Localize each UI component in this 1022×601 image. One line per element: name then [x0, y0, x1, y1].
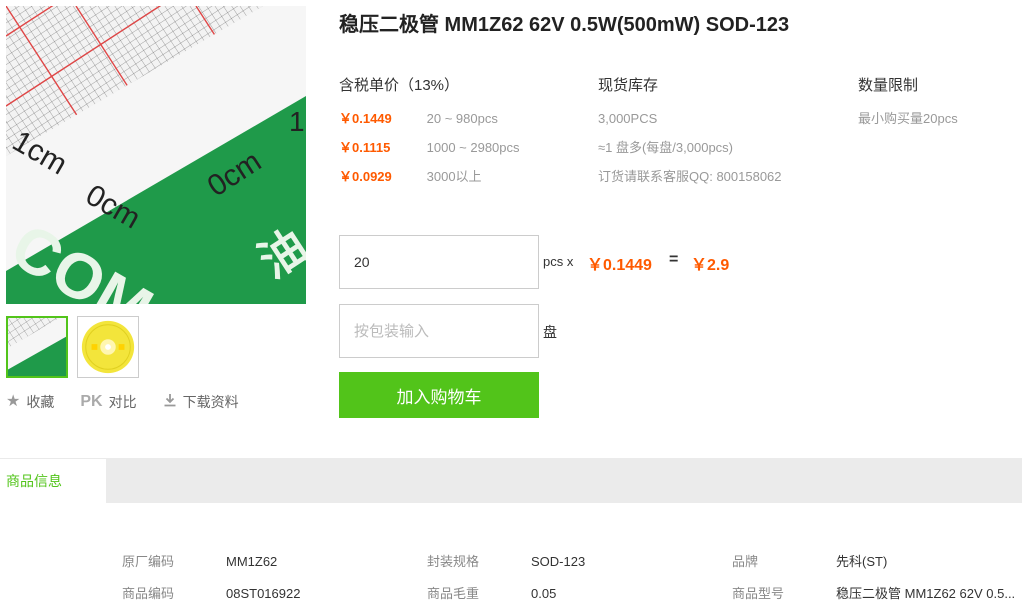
spec-value: 08ST016922: [226, 586, 301, 601]
price-tier: ￥0.1115 1000 ~ 2980pcs: [339, 138, 589, 167]
tab-product-info[interactable]: 商品信息: [0, 458, 106, 503]
price-tier: ￥0.0929 3000以上: [339, 167, 589, 196]
stock-column: 现货库存 3,000PCS ≈1 盘多(每盘/3,000pcs) 订货请联系客服…: [598, 76, 848, 196]
unit-price: ￥0.1449: [587, 257, 652, 274]
product-title: 稳压二极管 MM1Z62 62V 0.5W(500mW) SOD-123: [339, 14, 790, 36]
tier-price: ￥0.1115: [339, 140, 391, 155]
pk-badge: PK: [80, 393, 103, 410]
ruler-label: 1: [289, 106, 305, 137]
price-tier: ￥0.1449 20 ~ 980pcs: [339, 109, 589, 138]
thumbnail-2[interactable]: [77, 316, 139, 378]
limit-column: 数量限制 最小购买量20pcs: [858, 76, 1018, 138]
tier-range: 3000以上: [426, 169, 482, 184]
equals-sign: =: [669, 251, 679, 268]
spec-key: 商品型号: [732, 586, 785, 601]
spec-item: 商品毛重 0.05: [427, 583, 556, 601]
spec-key: 商品毛重: [427, 586, 480, 601]
stock-line: ≈1 盘多(每盘/3,000pcs): [598, 140, 734, 155]
tier-price: ￥0.1449: [339, 111, 392, 126]
product-main-image: 1cm 0cm 0cm 1 COM 油: [6, 6, 306, 304]
limit-line: 最小购买量20pcs: [858, 111, 958, 126]
compare-button[interactable]: PK 对比: [80, 392, 136, 412]
spec-key: 品牌: [732, 554, 759, 569]
pack-quantity-input[interactable]: [339, 304, 539, 358]
add-to-cart-button[interactable]: 加入购物车: [339, 372, 539, 418]
spec-item: 商品编码 08ST016922: [122, 583, 300, 601]
quantity-input[interactable]: [339, 235, 539, 289]
thumbnail-1[interactable]: [6, 316, 68, 378]
thumbnail-strip: [6, 316, 139, 378]
download-label: 下载资料: [182, 394, 239, 410]
favorite-label: 收藏: [26, 394, 55, 410]
download-icon: [163, 393, 177, 411]
stock-line: 订货请联系客服QQ: 800158062: [598, 169, 782, 184]
spec-value: MM1Z62: [226, 554, 278, 569]
spec-value: 先科(ST): [836, 554, 888, 569]
tier-price: ￥0.0929: [339, 169, 392, 184]
spec-key: 商品编码: [122, 586, 175, 601]
spec-key: 封装规格: [427, 554, 480, 569]
spec-value: 稳压二极管 MM1Z62 62V 0.5...: [836, 586, 1016, 601]
spec-item: 品牌 先科(ST): [732, 551, 887, 570]
stock-line: 3,000PCS: [598, 111, 658, 126]
product-actions: ★ 收藏 PK 对比 下载资料: [6, 392, 265, 412]
detail-tab-bar: 商品信息: [0, 458, 1022, 503]
tier-range: 1000 ~ 2980pcs: [426, 140, 520, 155]
spec-key: 原厂编码: [122, 554, 175, 569]
spec-value: SOD-123: [531, 554, 586, 569]
pack-unit: 盘: [543, 324, 557, 340]
stock-header: 现货库存: [598, 77, 659, 94]
spec-value: 0.05: [531, 586, 557, 601]
limit-header: 数量限制: [858, 77, 919, 94]
favorite-button[interactable]: ★ 收藏: [6, 392, 54, 412]
spec-item: 原厂编码 MM1Z62: [122, 551, 277, 570]
quantity-unit: pcs x: [543, 254, 574, 269]
compare-label: 对比: [108, 394, 137, 410]
tier-range: 20 ~ 980pcs: [426, 111, 498, 126]
star-icon: ★: [6, 393, 21, 410]
download-button[interactable]: 下载资料: [163, 392, 239, 412]
total-price: ￥2.9: [691, 257, 730, 274]
price-column: 含税单价（13%） ￥0.1449 20 ~ 980pcs ￥0.1115 10…: [339, 76, 589, 196]
price-header: 含税单价（13%）: [339, 77, 460, 94]
spec-item: 商品型号 稳压二极管 MM1Z62 62V 0.5...: [732, 583, 1022, 601]
spec-item: 封装规格 SOD-123: [427, 551, 585, 570]
